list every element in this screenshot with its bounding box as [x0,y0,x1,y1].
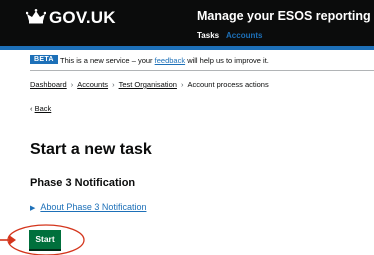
breadcrumb-test-organisation[interactable]: Test Organisation [119,80,177,89]
beta-tag: BETA [30,55,58,64]
start-button[interactable]: Start [29,230,61,249]
nav-accounts[interactable]: Accounts [226,31,262,40]
breadcrumb-dashboard[interactable]: Dashboard [30,80,67,89]
back-link-container: ‹ Back [30,104,51,113]
details-summary[interactable]: ▶ About Phase 3 Notification [30,202,146,212]
section-title: Phase 3 Notification [30,177,136,189]
breadcrumb-separator-icon: › [112,80,115,89]
breadcrumb: Dashboard › Accounts › Test Organisation › Acc… [30,80,269,89]
breadcrumb-separator-icon: › [180,80,184,89]
details-summary-link[interactable]: About Phase 3 Notification [40,202,146,212]
primary-nav: Tasks Accounts [197,31,262,40]
breadcrumb-current: Account process actions [187,80,269,89]
phase-banner-text: This is a new service – your feedback wi… [60,56,269,65]
back-link[interactable]: Back [35,104,52,113]
nav-tasks[interactable]: Tasks [197,31,219,40]
page-title: Start a new task [30,141,152,158]
annotation-arrow-head [9,235,16,245]
header-accent-bar [0,46,374,50]
breadcrumb-accounts[interactable]: Accounts [77,80,108,89]
header: GOV.UK Manage your ESOS reporting Tasks … [0,0,374,46]
crown-icon [26,9,46,24]
feedback-link[interactable]: feedback [155,56,185,65]
triangle-right-icon: ▶ [30,205,36,212]
breadcrumb-separator-icon: › [70,80,74,89]
service-name[interactable]: Manage your ESOS reporting [197,9,371,23]
phase-text-before: This is a new service – your [60,56,153,65]
phase-banner: BETA This is a new service – your feedba… [30,53,374,71]
phase-text-after: will help us to improve it. [187,56,269,65]
govuk-logo-text[interactable]: GOV.UK [49,8,116,28]
